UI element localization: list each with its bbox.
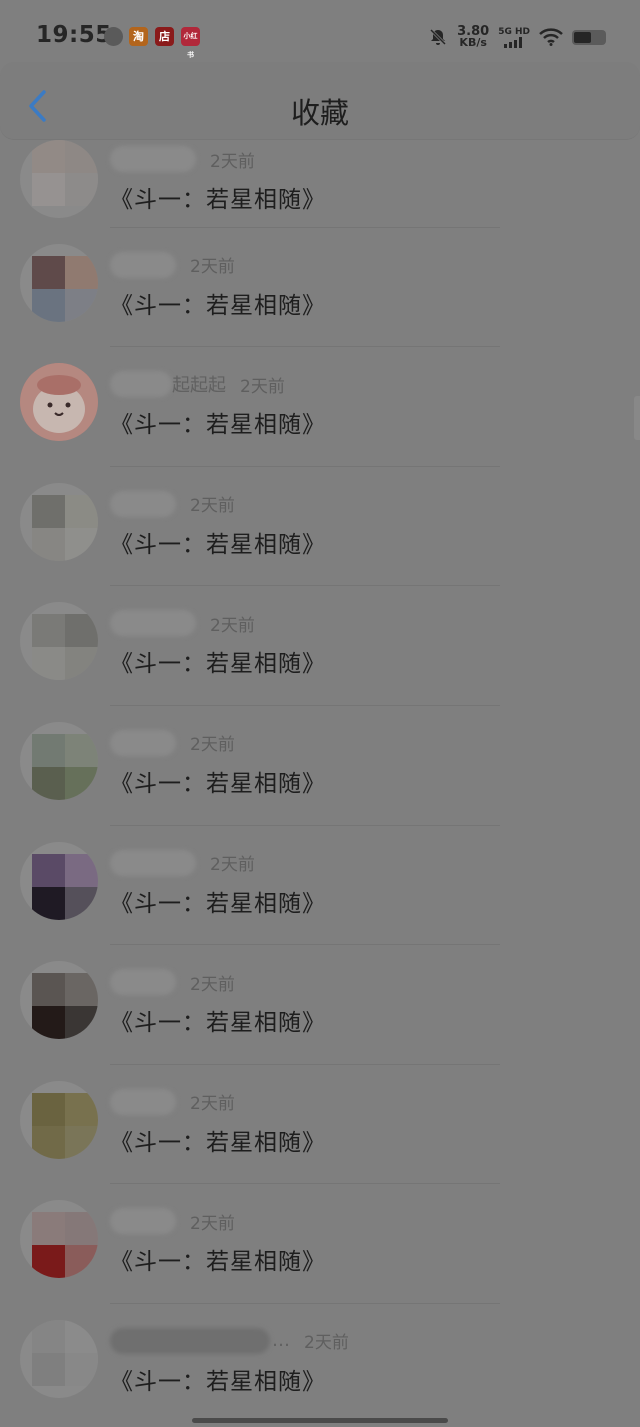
favorite-content[interactable]: 《斗一：若星相随》 (110, 180, 326, 214)
username: … (272, 1330, 290, 1352)
username-redacted (110, 146, 196, 172)
user-line: 2天前 (110, 1087, 235, 1117)
wifi-icon (539, 28, 563, 46)
favorite-time: 2天前 (190, 496, 235, 517)
clock: 19:55 (36, 22, 112, 48)
favorite-time: 2天前 (190, 257, 235, 278)
user-line: 2天前 (110, 489, 235, 519)
username-redacted (110, 1208, 176, 1235)
favorites-list: 2天前 《斗一：若星相随》 2天前 《斗一：若星相随》 起起起 2天前 《斗一：… (0, 140, 640, 1424)
username-redacted (110, 490, 176, 517)
favorite-time: 2天前 (304, 1333, 349, 1354)
favorite-content[interactable]: 《斗一：若星相随》 (110, 1242, 326, 1276)
user-line: 2天前 (110, 728, 235, 758)
list-item[interactable]: … 2天前 《斗一：若星相随》 (0, 1304, 640, 1424)
home-indicator[interactable] (192, 1418, 448, 1423)
favorites-screen: 19:55 淘 店 小红书 3.80 KB/s 5G HD 收藏 2天前 《斗一… (0, 0, 640, 1427)
list-item[interactable]: 2天前 《斗一：若星相随》 (0, 228, 640, 348)
avatar[interactable] (20, 363, 98, 442)
username-redacted (110, 969, 176, 996)
username-redacted (110, 371, 172, 398)
username-redacted (110, 1327, 270, 1354)
username-redacted (110, 849, 196, 876)
favorite-time: 2天前 (210, 615, 255, 636)
favorite-content[interactable]: 《斗一：若星相随》 (110, 884, 326, 918)
bell-off-icon (430, 28, 447, 46)
avatar[interactable] (20, 602, 98, 681)
favorite-time: 2天前 (190, 735, 235, 756)
user-line: 2天前 (110, 1206, 235, 1236)
user-line: 起起起 2天前 (110, 369, 285, 399)
avatar[interactable] (20, 1200, 98, 1279)
avatar[interactable] (20, 1319, 98, 1398)
avatar[interactable] (20, 243, 98, 322)
list-item[interactable]: 2天前 《斗一：若星相随》 (0, 467, 640, 587)
username-redacted (110, 1088, 176, 1115)
list-item[interactable]: 起起起 2天前 《斗一：若星相随》 (0, 347, 640, 467)
username-redacted (110, 251, 176, 278)
user-line: … 2天前 (110, 1326, 349, 1356)
battery-icon (572, 29, 606, 45)
avatar[interactable] (20, 721, 98, 800)
favorite-content[interactable]: 《斗一：若星相随》 (110, 644, 326, 678)
favorite-time: 2天前 (240, 376, 285, 397)
favorite-content[interactable]: 《斗一：若星相随》 (110, 1123, 326, 1157)
favorite-content[interactable]: 《斗一：若星相随》 (110, 286, 326, 320)
user-line: 2天前 (110, 848, 255, 878)
list-item[interactable]: 2天前 《斗一：若星相随》 (0, 826, 640, 946)
favorite-content[interactable]: 《斗一：若星相随》 (110, 1362, 326, 1396)
favorite-content[interactable]: 《斗一：若星相随》 (110, 405, 326, 439)
favorite-content[interactable]: 《斗一：若星相随》 (110, 1003, 326, 1037)
user-line: 2天前 (110, 608, 255, 638)
favorite-time: 2天前 (210, 151, 255, 172)
list-item[interactable]: 2天前 《斗一：若星相随》 (0, 945, 640, 1065)
list-item[interactable]: 2天前 《斗一：若星相随》 (0, 1184, 640, 1304)
favorite-content[interactable]: 《斗一：若星相随》 (110, 764, 326, 798)
xiaohongshu-icon: 小红书 (181, 27, 200, 59)
net-speed: 3.80 KB/s (457, 24, 490, 49)
avatar[interactable] (20, 841, 98, 920)
list-item[interactable]: 2天前 《斗一：若星相随》 (0, 586, 640, 706)
username-redacted (110, 729, 176, 756)
avatar[interactable] (20, 1080, 98, 1159)
list-item[interactable]: 2天前 《斗一：若星相随》 (0, 1065, 640, 1185)
favorite-time: 2天前 (190, 1213, 235, 1234)
username-redacted (110, 610, 196, 637)
app-notification-icon (104, 27, 123, 46)
favorite-content[interactable]: 《斗一：若星相随》 (110, 525, 326, 559)
user-line: 2天前 (110, 967, 235, 997)
favorite-time: 2天前 (190, 974, 235, 995)
avatar[interactable] (20, 482, 98, 561)
scrollbar[interactable] (634, 396, 640, 440)
status-icons: 3.80 KB/s 5G HD (428, 24, 606, 50)
avatar[interactable] (20, 961, 98, 1040)
avatar[interactable] (20, 140, 98, 218)
user-line: 2天前 (110, 144, 255, 174)
user-line: 2天前 (110, 250, 235, 280)
signal-icon: 5G HD (498, 27, 530, 48)
favorite-time: 2天前 (190, 1094, 235, 1115)
shop-icon: 店 (155, 27, 174, 46)
username: 起起起 (172, 375, 226, 397)
list-item[interactable]: 2天前 《斗一：若星相随》 (0, 706, 640, 826)
favorite-time: 2天前 (210, 855, 255, 876)
taobao-icon: 淘 (129, 27, 148, 46)
list-item[interactable]: 2天前 《斗一：若星相随》 (0, 108, 640, 228)
